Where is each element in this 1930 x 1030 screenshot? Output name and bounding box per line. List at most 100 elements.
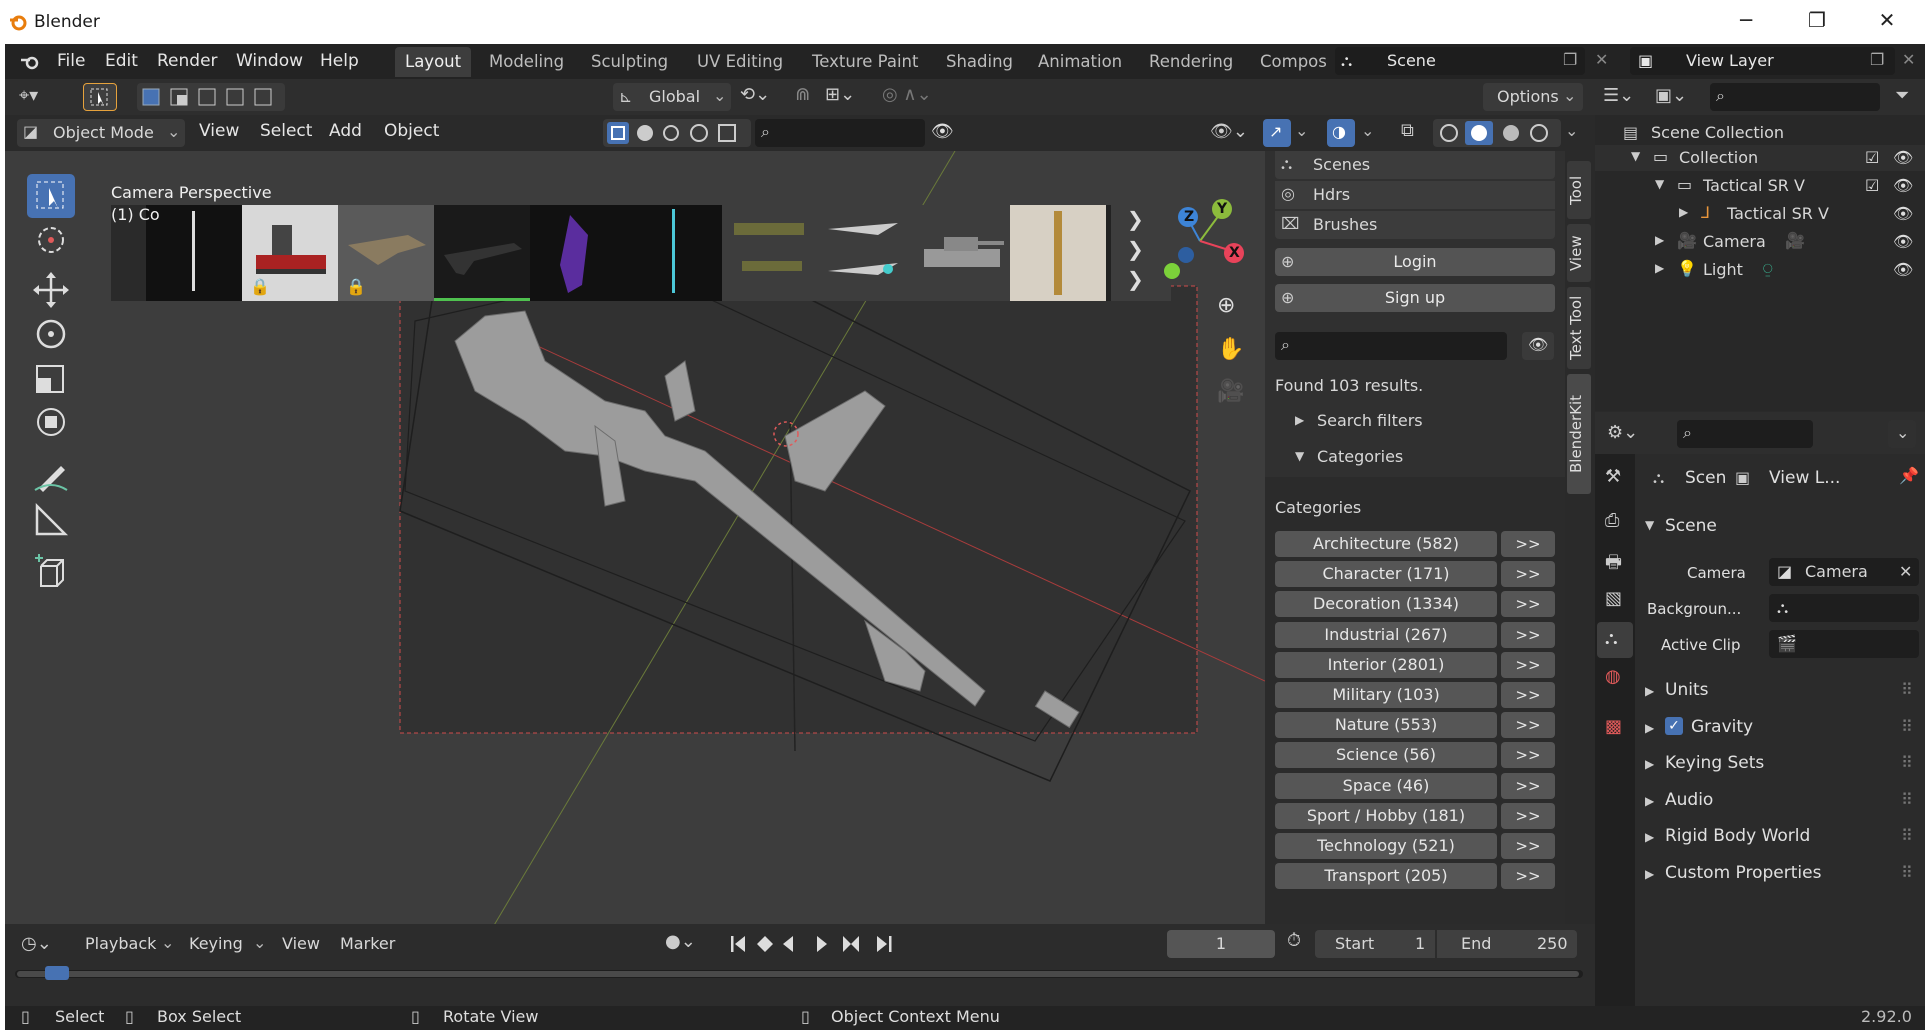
category-button[interactable]: Nature (553) bbox=[1275, 712, 1497, 739]
snap-icon[interactable]: ⋒ bbox=[795, 84, 810, 105]
side-tab-blenderkit[interactable]: BlenderKit bbox=[1567, 374, 1591, 494]
expand-arrow-icon[interactable]: ▶ bbox=[1645, 794, 1654, 808]
property-section-gravity[interactable]: ▶ ✓ Gravity ⠿ bbox=[1635, 713, 1925, 745]
category-expand-button[interactable]: >> bbox=[1501, 833, 1555, 859]
end-frame-field[interactable]: End 250 bbox=[1437, 930, 1577, 958]
collapse-arrow-icon[interactable]: ▼ bbox=[1631, 149, 1640, 163]
blenderkit-search-input[interactable]: ⌕ bbox=[755, 119, 925, 147]
tab-animation[interactable]: Animation bbox=[1028, 47, 1132, 77]
outliner-root[interactable]: Scene Collection bbox=[1651, 123, 1784, 142]
expand-arrow-icon[interactable]: ▶ bbox=[1655, 233, 1664, 247]
keying-menu[interactable]: Keying ⌄ bbox=[181, 930, 271, 958]
delete-view-layer-icon[interactable]: ✕ bbox=[1902, 50, 1915, 69]
category-button[interactable]: Character (171) bbox=[1275, 561, 1497, 588]
blenderkit-asset-type-buttons[interactable] bbox=[603, 119, 751, 147]
xray-toggle-icon[interactable]: ⧉ bbox=[1401, 120, 1414, 141]
annotate-tool[interactable] bbox=[27, 454, 75, 498]
category-expand-button[interactable]: >> bbox=[1501, 561, 1555, 588]
drag-handle-icon[interactable]: ⠿ bbox=[1901, 863, 1913, 882]
tab-sculpting[interactable]: Sculpting bbox=[581, 47, 678, 77]
asset-thumbnail[interactable] bbox=[146, 205, 242, 301]
eye-icon[interactable]: 👁 bbox=[1893, 232, 1913, 251]
category-button[interactable]: Architecture (582) bbox=[1275, 531, 1497, 557]
properties-search-input[interactable]: ⌕ bbox=[1677, 420, 1813, 448]
pivot-point-icon[interactable]: ⟲⌄ bbox=[740, 84, 770, 105]
property-section-custom-properties[interactable]: ▶ Custom Properties ⠿ bbox=[1635, 859, 1925, 891]
zoom-icon[interactable]: ⊕ bbox=[1217, 293, 1235, 318]
view-layer-icon[interactable]: ▧ bbox=[1605, 588, 1622, 609]
rotate-tool[interactable] bbox=[27, 312, 75, 356]
expand-arrow-icon[interactable]: ▶ bbox=[1645, 721, 1654, 735]
menu-render[interactable]: Render bbox=[157, 51, 218, 71]
filter-icon[interactable]: ⏷ bbox=[1895, 85, 1909, 106]
current-frame-field[interactable]: 1 bbox=[1167, 930, 1275, 958]
timeline-menu-marker[interactable]: Marker bbox=[340, 934, 395, 953]
camera-field[interactable]: ◪ Camera ✕ bbox=[1769, 558, 1919, 586]
object-mode-dropdown[interactable]: ◪ Object Mode ⌄ bbox=[17, 119, 185, 147]
asset-search-input[interactable]: ⌕ bbox=[1275, 332, 1507, 360]
viewport-menu-view[interactable]: View bbox=[199, 121, 239, 141]
outliner-row-tactical-object[interactable]: ▶ ⅃ Tactical SR V 👁 bbox=[1595, 201, 1925, 227]
blender-menu-icon[interactable] bbox=[19, 53, 41, 71]
checkbox-icon[interactable]: ☑ bbox=[1865, 176, 1879, 195]
background-field[interactable]: ⛬ bbox=[1769, 594, 1919, 622]
new-scene-icon[interactable]: ❐ bbox=[1563, 50, 1577, 69]
overlay-toggle-icon[interactable]: ◑ bbox=[1327, 119, 1355, 147]
category-button[interactable]: Science (56) bbox=[1275, 742, 1497, 769]
collapse-arrow-icon[interactable]: ▼ bbox=[1645, 518, 1654, 532]
outliner-row-camera[interactable]: ▶ 🎥 Camera 🎥 👁 bbox=[1595, 229, 1925, 255]
property-section-audio[interactable]: ▶ Audio ⠿ bbox=[1635, 786, 1925, 818]
tab-layout[interactable]: Layout bbox=[395, 47, 472, 77]
chevron-right-icon[interactable]: ❯ bbox=[1127, 207, 1144, 231]
expand-arrow-icon[interactable]: ▶ bbox=[1645, 757, 1654, 771]
search-filters-toggle[interactable]: Search filters bbox=[1317, 411, 1423, 430]
drag-handle-icon[interactable]: ⠿ bbox=[1901, 790, 1913, 809]
menu-edit[interactable]: Edit bbox=[105, 51, 138, 71]
category-expand-button[interactable]: >> bbox=[1501, 621, 1555, 648]
view-layer-selector[interactable]: ▣ View Layer ❐ bbox=[1630, 47, 1895, 75]
tab-brushes[interactable]: ⌧ Brushes bbox=[1275, 211, 1555, 239]
category-expand-button[interactable]: >> bbox=[1501, 531, 1555, 557]
asset-thumbnail[interactable] bbox=[818, 205, 914, 301]
eye-icon[interactable]: 👁 bbox=[1893, 176, 1913, 195]
options-dropdown[interactable]: Options ⌄ bbox=[1483, 83, 1583, 111]
proportional-edit-icon[interactable]: ◎ ∧⌄ bbox=[882, 84, 932, 105]
property-section-units[interactable]: ▶ Units ⠿ bbox=[1635, 676, 1925, 708]
category-expand-button[interactable]: >> bbox=[1501, 591, 1555, 618]
editor-type-icon[interactable]: ⌖▾ bbox=[19, 85, 38, 106]
expand-arrow-icon[interactable]: ▶ bbox=[1655, 261, 1664, 275]
menu-window[interactable]: Window bbox=[236, 51, 303, 71]
category-expand-button[interactable]: >> bbox=[1501, 682, 1555, 708]
drag-handle-icon[interactable]: ⠿ bbox=[1901, 826, 1913, 845]
expand-arrow-icon[interactable]: ▶ bbox=[1295, 413, 1304, 427]
category-expand-button[interactable]: >> bbox=[1501, 802, 1555, 829]
category-expand-button[interactable]: >> bbox=[1501, 863, 1555, 890]
category-button[interactable]: Decoration (1334) bbox=[1275, 591, 1497, 618]
viewport-menu-add[interactable]: Add bbox=[329, 121, 362, 141]
outliner-row-collection[interactable]: ▼ ▭ Collection ☑ 👁 bbox=[1595, 145, 1925, 171]
tab-shading[interactable]: Shading bbox=[936, 47, 1023, 77]
category-expand-button[interactable]: >> bbox=[1501, 742, 1555, 769]
camera-data-icon[interactable]: 🎥 bbox=[1785, 231, 1805, 250]
category-expand-button[interactable]: >> bbox=[1501, 772, 1555, 799]
category-button[interactable]: Technology (521) bbox=[1275, 833, 1497, 859]
menu-file[interactable]: File bbox=[57, 51, 85, 71]
menu-help[interactable]: Help bbox=[320, 51, 359, 71]
close-button[interactable]: ✕ bbox=[1867, 8, 1907, 36]
delete-scene-icon[interactable]: ✕ bbox=[1595, 50, 1608, 69]
navigation-gizmo[interactable] bbox=[1160, 191, 1250, 281]
category-button[interactable]: Space (46) bbox=[1275, 772, 1497, 799]
tab-rendering[interactable]: Rendering bbox=[1139, 47, 1243, 77]
drag-handle-icon[interactable]: ⠿ bbox=[1901, 753, 1913, 772]
pin-icon[interactable]: 📌 bbox=[1899, 466, 1919, 485]
snap-target-icon[interactable]: ⊞⌄ bbox=[825, 84, 855, 105]
timeline-menu-view[interactable]: View bbox=[282, 934, 320, 953]
pan-hand-icon[interactable]: ✋ bbox=[1217, 337, 1244, 362]
new-view-layer-icon[interactable]: ❐ bbox=[1870, 50, 1884, 69]
eye-icon[interactable]: 👁 bbox=[1893, 148, 1913, 167]
camera-view-icon[interactable]: 🎥 bbox=[1217, 379, 1244, 404]
category-button[interactable]: Industrial (267) bbox=[1275, 621, 1497, 648]
side-tab-view[interactable]: View bbox=[1567, 224, 1591, 282]
measure-tool[interactable] bbox=[27, 498, 75, 542]
outliner-row-light[interactable]: ▶ 💡 Light ⍜ 👁 bbox=[1595, 257, 1925, 283]
